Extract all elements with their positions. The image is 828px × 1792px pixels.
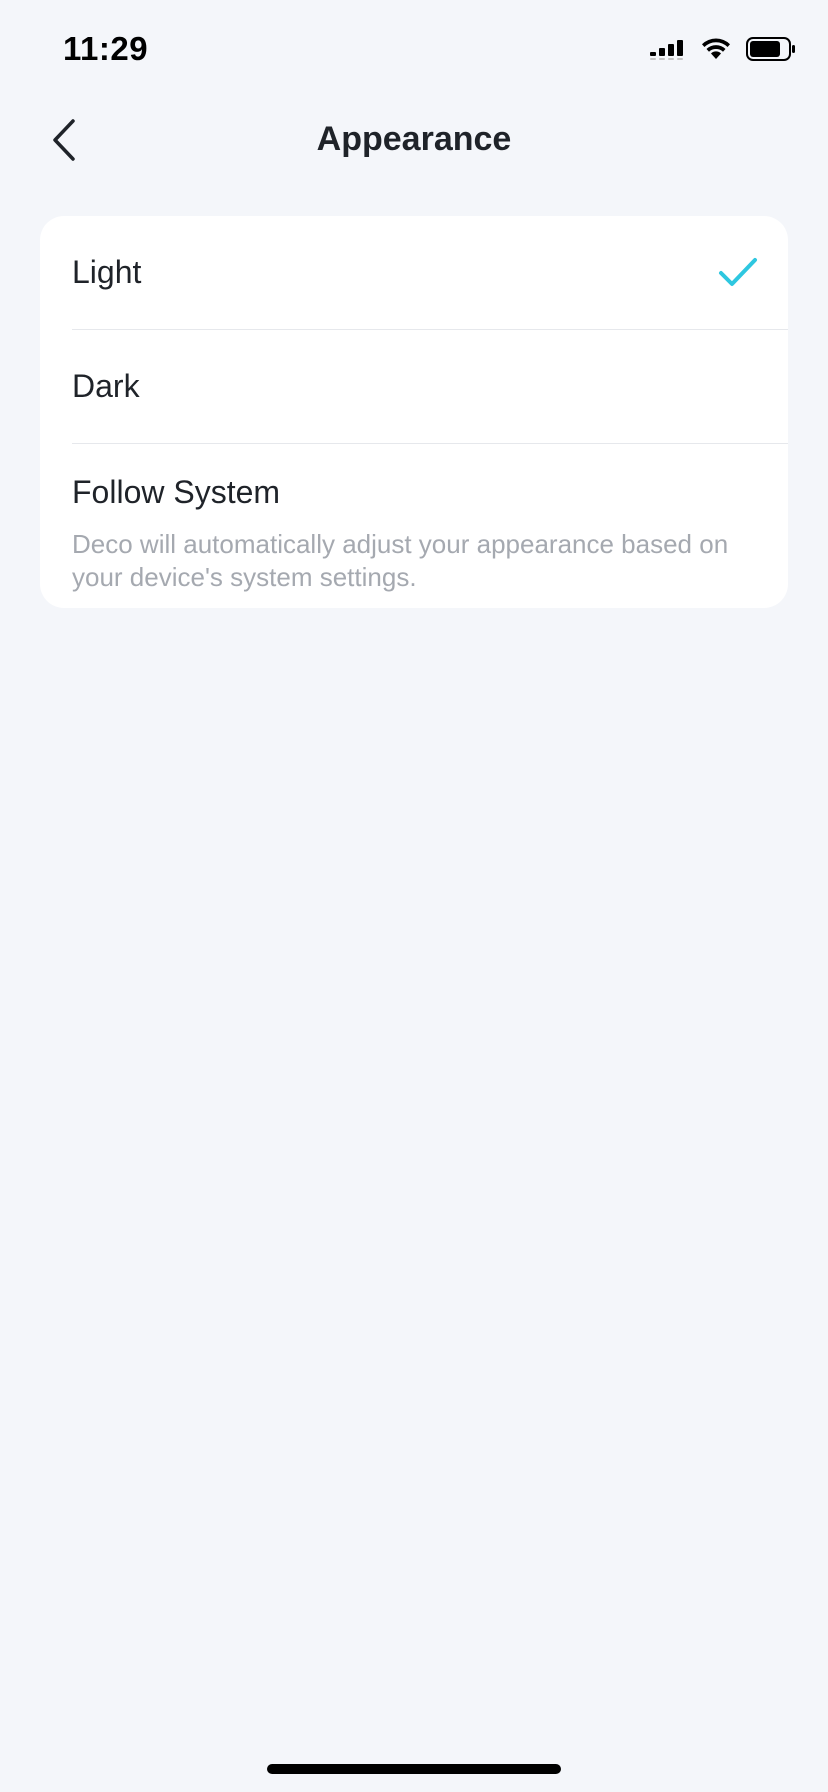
status-icons (650, 36, 796, 62)
option-light[interactable]: Light (40, 216, 788, 330)
nav-bar: Appearance (0, 100, 828, 180)
option-dark[interactable]: Dark (40, 330, 788, 444)
status-bar: 11:29 (0, 0, 828, 100)
appearance-options-list: Light Dark Follow System Deco will autom… (40, 216, 788, 608)
option-follow-system-label: Follow System (72, 474, 281, 510)
option-follow-system-description: Deco will automatically adjust your appe… (72, 529, 729, 592)
appearance-screen: 11:29 Appearance Light Dark Follow Syste… (0, 0, 828, 1792)
home-indicator[interactable] (267, 1764, 561, 1774)
option-light-label: Light (72, 254, 142, 290)
checkmark-icon (719, 258, 757, 286)
wifi-icon (702, 38, 730, 59)
option-dark-label: Dark (72, 368, 140, 404)
option-follow-system[interactable]: Follow System Deco will automatically ad… (40, 444, 788, 608)
status-time: 11:29 (63, 30, 149, 67)
page-title: Appearance (316, 120, 512, 158)
cellular-signal-icon (650, 40, 683, 60)
battery-icon (746, 37, 795, 61)
